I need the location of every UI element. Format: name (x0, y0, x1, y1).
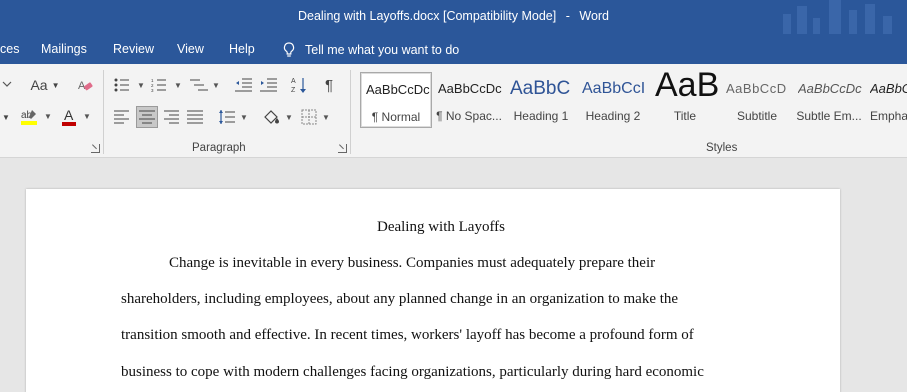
style-name: Heading 2 (585, 109, 641, 123)
window-title: Dealing with Layoffs.docx [Compatibility… (0, 9, 907, 23)
title-bar: Dealing with Layoffs.docx [Compatibility… (0, 0, 907, 34)
style-preview: AaB (655, 72, 720, 104)
style-preview: AaBbC (510, 78, 571, 99)
style-heading-1[interactable]: AaBbC Heading 1 (505, 72, 577, 128)
partial-chevron-icon[interactable]: ▼ (0, 108, 12, 126)
app-name: Word (579, 9, 610, 23)
style-title[interactable]: AaB Title (649, 72, 721, 128)
style-preview: AaBbCcDc (798, 81, 862, 96)
align-center-icon (139, 110, 155, 124)
style-subtle-emphasis[interactable]: AaBbCcDc Subtle Em... (793, 72, 865, 128)
svg-text:Z: Z (291, 87, 296, 94)
style-name: Subtle Em... (796, 109, 862, 123)
highlight-dropdown-icon[interactable]: ▼ (44, 112, 52, 121)
bullets-partial-icon[interactable] (0, 76, 14, 94)
style-preview: AaBbCcDc (438, 81, 502, 96)
style-name: ¶ Normal (371, 110, 421, 124)
svg-text:3: 3 (151, 88, 154, 92)
document-body[interactable]: Dealing with Layoffs Change is inevitabl… (121, 219, 761, 380)
style-emphasis[interactable]: AaBbCcDc Emphasis (865, 72, 907, 128)
chevron-down-icon: ▼ (51, 80, 60, 90)
style-name: Title (673, 109, 697, 123)
tell-me-box[interactable]: Tell me what you want to do (283, 42, 459, 58)
clear-formatting-icon[interactable]: A (76, 76, 94, 94)
paragraph-group-label: Paragraph (192, 142, 246, 154)
style-preview: AaBbCcDc (366, 82, 430, 97)
font-dialog-launcher-icon[interactable] (91, 144, 100, 153)
style-no-spacing[interactable]: AaBbCcDc ¶ No Spac... (433, 72, 505, 128)
borders-icon[interactable] (300, 108, 318, 126)
tab-review[interactable]: Review (113, 42, 154, 56)
decrease-indent-icon[interactable] (234, 76, 254, 94)
title-separator: - (565, 9, 570, 23)
paragraph-line: shareholders, including employees, about… (121, 291, 679, 307)
style-name: ¶ No Spac... (436, 109, 502, 123)
show-formatting-marks-icon[interactable]: ¶ (321, 76, 337, 94)
change-case-button[interactable]: Aa ▼ (30, 76, 60, 94)
style-heading-2[interactable]: AaBbCcI Heading 2 (577, 72, 649, 128)
line-spacing-dropdown-icon[interactable]: ▼ (240, 113, 248, 122)
group-separator (103, 70, 104, 154)
style-subtitle[interactable]: AaBbCcD Subtitle (721, 72, 793, 128)
bullets-dropdown-icon[interactable]: ▼ (137, 81, 145, 90)
lightbulb-icon (283, 42, 295, 57)
multilevel-list-icon[interactable] (189, 76, 209, 94)
text-highlight-icon[interactable]: ab (18, 106, 42, 128)
justify-icon[interactable] (186, 108, 204, 126)
paragraph-line: business to cope with modern challenges … (121, 364, 704, 380)
tab-references[interactable]: ces (0, 42, 19, 56)
numbering-dropdown-icon[interactable]: ▼ (174, 81, 182, 90)
paragraph-line: Change is inevitable in every business. … (169, 255, 656, 271)
style-name: Subtitle (736, 109, 778, 123)
style-normal[interactable]: AaBbCcDc ¶ Normal (360, 72, 432, 128)
align-left-icon[interactable] (113, 108, 131, 126)
tab-mailings[interactable]: Mailings (41, 42, 87, 56)
tab-help[interactable]: Help (229, 42, 255, 56)
line-spacing-icon[interactable] (217, 107, 237, 127)
title-decoration (777, 0, 907, 34)
increase-indent-icon[interactable] (259, 76, 279, 94)
change-case-label: Aa (30, 77, 48, 93)
document-title: Dealing with Layoffs (376, 219, 506, 235)
sort-icon[interactable]: A Z (290, 75, 308, 95)
font-color-dropdown-icon[interactable]: ▼ (83, 112, 91, 121)
style-preview: AaBbCcDc (870, 81, 907, 96)
align-right-icon[interactable] (162, 108, 180, 126)
compatibility-mode: [Compatibility Mode] (442, 9, 557, 23)
ribbon-tabs: ces Mailings Review View Help Tell me wh… (0, 34, 907, 64)
style-preview: AaBbCcI (582, 80, 646, 97)
style-preview: AaBbCcD (726, 81, 787, 96)
borders-dropdown-icon[interactable]: ▼ (322, 113, 330, 122)
document-canvas[interactable]: Dealing with Layoffs Change is inevitabl… (0, 159, 907, 392)
multilevel-dropdown-icon[interactable]: ▼ (212, 81, 220, 90)
group-separator (350, 70, 351, 154)
svg-text:A: A (64, 107, 74, 123)
align-center-button[interactable] (136, 106, 158, 128)
shading-dropdown-icon[interactable]: ▼ (285, 113, 293, 122)
paragraph-line: transition smooth and effective. In rece… (121, 327, 694, 343)
style-name: Heading 1 (513, 109, 569, 123)
paragraph-dialog-launcher-icon[interactable] (338, 144, 347, 153)
svg-text:A: A (291, 78, 296, 85)
document-page[interactable]: Dealing with Layoffs Change is inevitabl… (26, 189, 840, 392)
styles-group-label: Styles (706, 142, 738, 154)
tell-me-label: Tell me what you want to do (305, 43, 460, 57)
numbering-icon[interactable]: 1 2 3 (150, 76, 168, 94)
bullets-icon[interactable] (113, 76, 131, 94)
style-name: Emphasis (870, 109, 907, 123)
shading-icon[interactable] (261, 107, 281, 127)
font-color-icon[interactable]: A (58, 106, 80, 128)
styles-gallery: AaBbCcDc ¶ Normal AaBbCcDc ¶ No Spac... … (360, 72, 907, 128)
tab-view[interactable]: View (177, 42, 204, 56)
document-name: Dealing with Layoffs.docx (297, 9, 440, 23)
